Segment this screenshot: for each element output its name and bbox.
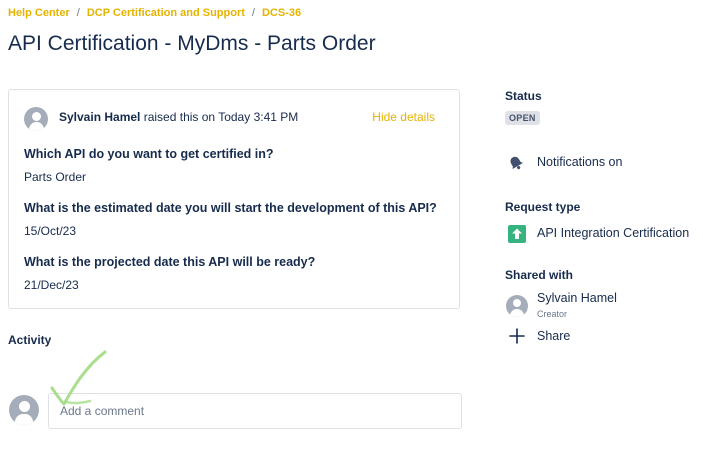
shared-user-avatar: [506, 295, 528, 317]
request-type-heading: Request type: [505, 200, 581, 214]
field-question: Which API do you want to get certified i…: [24, 147, 274, 161]
notifications-label[interactable]: Notifications on: [537, 155, 622, 169]
breadcrumb-separator: /: [251, 7, 255, 19]
request-type-icon: [508, 225, 526, 243]
shared-user-name: Sylvain Hamel: [537, 291, 617, 305]
breadcrumb-separator: /: [76, 7, 80, 19]
shared-with-heading: Shared with: [505, 268, 574, 282]
share-button[interactable]: Share: [508, 327, 570, 345]
hide-details-button[interactable]: Hide details: [372, 110, 435, 124]
reporter-name: Sylvain Hamel: [59, 110, 141, 124]
add-comment-input[interactable]: [48, 393, 462, 429]
raised-text: raised this on Today 3:41 PM: [143, 110, 299, 124]
breadcrumb-issue-key[interactable]: DCS-36: [262, 7, 301, 19]
arrow-up-icon: [512, 228, 522, 239]
field-question: What is the estimated date you will star…: [24, 201, 437, 215]
share-label: Share: [537, 329, 571, 343]
checkmark-icon: [50, 350, 107, 406]
current-user-avatar: [9, 395, 39, 425]
field-answer: 21/Dec/23: [24, 278, 79, 292]
breadcrumb-help-center[interactable]: Help Center: [8, 7, 70, 19]
raised-line: Sylvain Hamel raised this on Today 3:41 …: [59, 110, 298, 124]
request-details-card: Sylvain Hamel raised this on Today 3:41 …: [8, 89, 460, 309]
notifications-toggle[interactable]: [507, 154, 525, 172]
page-title: API Certification - MyDms - Parts Order: [8, 32, 376, 55]
field-answer: Parts Order: [24, 170, 87, 184]
status-heading: Status: [505, 89, 542, 103]
breadcrumb: Help Center / DCP Certification and Supp…: [8, 7, 301, 19]
shared-user-role: Creator: [537, 309, 568, 319]
field-question: What is the projected date this API will…: [24, 255, 316, 269]
activity-heading: Activity: [8, 333, 52, 347]
plus-icon: [509, 328, 525, 344]
request-type-value: API Integration Certification: [537, 226, 690, 240]
breadcrumb-dcp-certification[interactable]: DCP Certification and Support: [87, 7, 245, 19]
reporter-avatar: [24, 107, 48, 131]
bell-icon: [510, 156, 523, 170]
field-answer: 15/Oct/23: [24, 224, 77, 238]
status-badge: OPEN: [505, 111, 540, 125]
